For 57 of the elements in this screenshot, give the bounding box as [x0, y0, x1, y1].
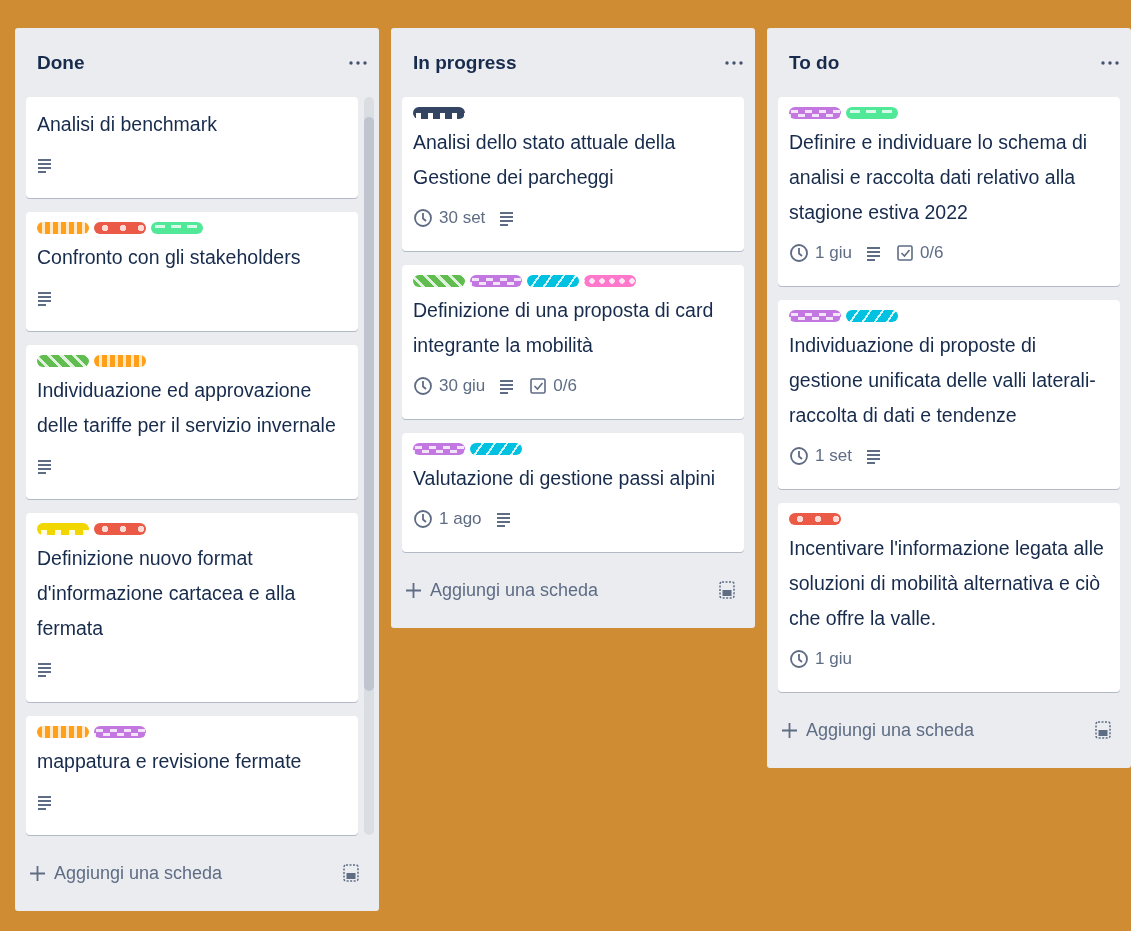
due-date: 1 ago [439, 509, 482, 529]
more-icon[interactable] [725, 60, 743, 65]
card-title: Definizione nuovo format d'informazione cartacea e alla fermata [37, 546, 297, 641]
description-icon [865, 245, 882, 261]
card-title: Valutazione di gestione passi alpini [413, 466, 717, 491]
clock-icon [789, 243, 809, 263]
card-title: Incentivare l'informazione legata alle soluzioni di mobilità alternativa e ciò che offre la valle. [789, 536, 1104, 631]
add-card-button[interactable]: Aggiungi una scheda [405, 579, 599, 601]
template-icon[interactable] [343, 864, 359, 882]
plus-icon [29, 864, 46, 882]
checklist-icon [529, 377, 548, 395]
list-title[interactable]: To do [789, 51, 840, 74]
clock-icon [789, 446, 809, 466]
due-date: 30 set [439, 208, 486, 228]
card-title: Definizione di una proposta di card integrante la mobilità [413, 298, 715, 358]
add-card-button[interactable]: Aggiungi una scheda [29, 862, 223, 884]
card-title: Confronto con gli stakeholders [37, 245, 302, 270]
card-title: Individuazione ed approvazione delle tariffe per il servizio invernale [37, 378, 337, 438]
due-date: 30 giu [439, 376, 486, 396]
checklist-count: 0/6 [553, 376, 577, 396]
description-icon [495, 511, 512, 527]
card-title: Analisi dello stato attuale della Gestione dei parcheggi [413, 130, 677, 190]
card[interactable]: Analisi di benchmark [26, 97, 358, 198]
card[interactable]: Analisi dello stato attuale della Gestione dei parcheggi 30 set [402, 97, 744, 251]
template-icon[interactable] [1095, 721, 1111, 739]
description-icon [37, 794, 53, 810]
more-icon[interactable] [349, 60, 367, 65]
description-icon [37, 661, 53, 677]
description-icon [865, 448, 882, 464]
clock-icon [413, 509, 433, 529]
clock-icon [789, 649, 809, 669]
description-icon [499, 378, 516, 394]
due-date: 1 giu [815, 649, 852, 669]
add-card-button[interactable]: Aggiungi una scheda [781, 719, 975, 741]
card[interactable]: Incentivare l'informazione legata alle soluzioni di mobilità alternativa e ciò che offre la valle. 1 giu [778, 503, 1120, 692]
description-icon [499, 210, 516, 226]
card-title: mappatura e revisione fermate [37, 749, 303, 774]
template-icon[interactable] [719, 581, 735, 599]
checklist-icon [895, 244, 914, 262]
clock-icon [413, 376, 433, 396]
card-label[interactable] [413, 107, 465, 119]
list-title[interactable]: Done [37, 51, 85, 74]
clock-icon [413, 208, 433, 228]
description-icon [37, 458, 53, 474]
due-date: 1 set [815, 446, 852, 466]
card-title: Individuazione di proposte di gestione unificata delle valli laterali-raccolta di dati e tendenze [789, 333, 1097, 428]
plus-icon [405, 581, 422, 599]
card-title: Definire e individuare lo schema di analisi e raccolta dati relativo alla stagione estiva 2022 [789, 130, 1089, 225]
description-icon [37, 157, 53, 173]
more-icon[interactable] [1101, 60, 1119, 65]
scrollbar[interactable] [364, 97, 374, 835]
checklist-count: 0/6 [919, 243, 944, 263]
plus-icon [781, 721, 798, 739]
card-title: Analisi di benchmark [37, 112, 218, 137]
list-title[interactable]: In progress [413, 51, 517, 74]
description-icon [37, 290, 53, 306]
due-date: 1 giu [815, 243, 852, 263]
